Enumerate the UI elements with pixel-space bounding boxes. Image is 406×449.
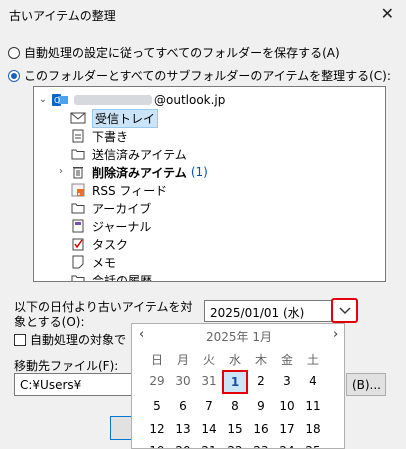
notes-icon — [70, 255, 86, 269]
calendar-day[interactable]: 12 — [144, 422, 170, 436]
svg-text:O: O — [54, 96, 60, 105]
radio-folders-label: このフォルダーとすべてのサブフォルダーのアイテムを整理する(C): — [24, 69, 391, 83]
tree-item-rss[interactable]: RSS フィード — [70, 181, 167, 199]
radio-option-default[interactable]: 自動処理の設定に従ってすべてのフォルダーを保存する(A) — [8, 44, 340, 61]
inbox-icon — [70, 111, 86, 125]
tree-item-label: 受信トレイ — [92, 108, 159, 128]
tree-item-notes[interactable]: メモ — [70, 253, 116, 271]
calendar-day[interactable]: 2 — [248, 374, 274, 388]
calendar-day[interactable]: 29 — [144, 374, 170, 388]
tree-item-sent[interactable]: 送信済みアイテム — [70, 145, 187, 163]
tree-item-tasks[interactable]: タスク — [70, 235, 128, 253]
folder-icon — [70, 147, 86, 161]
tree-item-label: ジャーナル — [92, 219, 152, 234]
calendar-day[interactable]: 24 — [274, 444, 300, 448]
calendar-month: 2025年 1月 — [206, 330, 272, 344]
calendar-day[interactable]: 20 — [170, 444, 196, 448]
tree-item-label: 下書き — [92, 129, 129, 144]
title-bar: 古いアイテムの整理 ✕ — [0, 0, 406, 30]
tree-item-deleted[interactable]: › 削除済みアイテム (1) — [56, 163, 208, 181]
drafts-icon — [70, 129, 86, 143]
calendar-popup[interactable]: ‹ 2025年 1月 › 日 月 火 水 木 金 土 29 30 31 1 2 … — [131, 323, 345, 449]
calendar-weekday: 土 — [306, 353, 319, 367]
calendar-day[interactable]: 25 — [300, 444, 326, 448]
calendar-day[interactable]: 30 — [170, 374, 196, 388]
chevron-right-icon[interactable]: › — [56, 166, 66, 177]
date-dropdown-button[interactable] — [331, 298, 358, 323]
calendar-day[interactable]: 15 — [222, 422, 248, 436]
auto-process-label: 自動処理の対象で — [30, 333, 127, 347]
calendar-weekday: 木 — [254, 353, 267, 367]
calendar-day[interactable]: 9 — [248, 399, 274, 413]
dialog-title: 古いアイテムの整理 — [9, 9, 116, 23]
chevron-down-icon[interactable]: ⌄ — [38, 94, 48, 105]
rss-icon — [70, 183, 86, 197]
move-path-input[interactable]: C:¥Users¥ — [14, 373, 134, 396]
calendar-day[interactable]: 21 — [196, 444, 222, 448]
folder-icon — [70, 201, 86, 215]
journal-icon — [70, 219, 86, 233]
tree-item-conversation[interactable]: 会話の履歴 — [70, 271, 153, 282]
calendar-day[interactable]: 7 — [196, 399, 222, 413]
redacted-username — [74, 95, 152, 105]
tree-item-label: RSS フィード — [92, 183, 168, 198]
tree-item-label: タスク — [92, 237, 129, 252]
calendar-day[interactable]: 11 — [300, 399, 326, 413]
unread-count: (1) — [190, 165, 208, 179]
calendar-day[interactable]: 4 — [300, 374, 326, 388]
calendar-day[interactable]: 19 — [144, 444, 170, 448]
calendar-day[interactable]: 16 — [248, 422, 274, 436]
calendar-next-icon[interactable]: › — [333, 327, 338, 342]
calendar-day[interactable]: 6 — [170, 399, 196, 413]
tree-item-drafts[interactable]: 下書き — [70, 127, 128, 145]
radio-default[interactable] — [8, 46, 20, 59]
date-value: 2025/01/01 (水) — [210, 306, 305, 320]
calendar-day[interactable]: 22 — [222, 444, 248, 448]
tree-item-journal[interactable]: ジャーナル — [70, 217, 151, 235]
tree-item-label: 会話の履歴 — [92, 273, 153, 282]
move-label: 移動先ファイル(F): — [14, 359, 119, 373]
tree-item-label: 送信済みアイテム — [92, 147, 187, 162]
outlook-icon: O — [52, 93, 68, 107]
tree-item-label: メモ — [92, 255, 117, 270]
calendar-day[interactable]: 8 — [222, 399, 248, 413]
auto-process-checkbox-row[interactable]: 自動処理の対象で — [14, 331, 126, 348]
move-path-value: C:¥Users¥ — [20, 378, 82, 392]
calendar-weekday: 火 — [202, 353, 215, 367]
account-domain: @outlook.jp — [154, 93, 226, 107]
calendar-weekday: 月 — [176, 353, 189, 367]
calendar-weekday: 水 — [228, 353, 241, 367]
folder-icon — [70, 273, 86, 281]
tree-item-label: アーカイブ — [92, 201, 152, 216]
tree-item-label: 削除済みアイテム — [92, 165, 187, 180]
trash-icon — [70, 165, 86, 179]
calendar-day[interactable]: 13 — [170, 422, 196, 436]
calendar-weekday: 金 — [280, 353, 293, 367]
browse-button[interactable]: (B)... — [346, 373, 386, 396]
chevron-down-icon — [339, 307, 350, 314]
calendar-day[interactable]: 18 — [300, 422, 326, 436]
folder-tree[interactable]: ⌄ O @outlook.jp 受信トレイ 下書き 送信済みアイテム › 削除済… — [33, 86, 386, 282]
radio-option-folders[interactable]: このフォルダーとすべてのサブフォルダーのアイテムを整理する(C): — [8, 67, 391, 84]
radio-default-label: 自動処理の設定に従ってすべてのフォルダーを保存する(A) — [24, 46, 340, 60]
tree-item-inbox[interactable]: 受信トレイ — [70, 108, 159, 128]
calendar-day[interactable]: 3 — [274, 374, 300, 388]
calendar-day[interactable]: 23 — [248, 444, 274, 448]
radio-folders[interactable] — [8, 69, 20, 82]
tree-item-archive[interactable]: アーカイブ — [70, 199, 151, 217]
calendar-day[interactable]: 31 — [196, 374, 222, 388]
calendar-day-selected[interactable]: 1 — [222, 370, 248, 394]
auto-process-checkbox[interactable] — [14, 333, 26, 346]
calendar-day[interactable]: 5 — [144, 399, 170, 413]
calendar-day[interactable]: 14 — [196, 422, 222, 436]
task-icon — [70, 237, 86, 251]
calendar-weekday: 日 — [150, 353, 163, 367]
calendar-day[interactable]: 10 — [274, 399, 300, 413]
calendar-day[interactable]: 17 — [274, 422, 300, 436]
close-icon[interactable]: ✕ — [381, 4, 394, 23]
tree-account-row[interactable]: ⌄ O @outlook.jp — [38, 91, 226, 109]
